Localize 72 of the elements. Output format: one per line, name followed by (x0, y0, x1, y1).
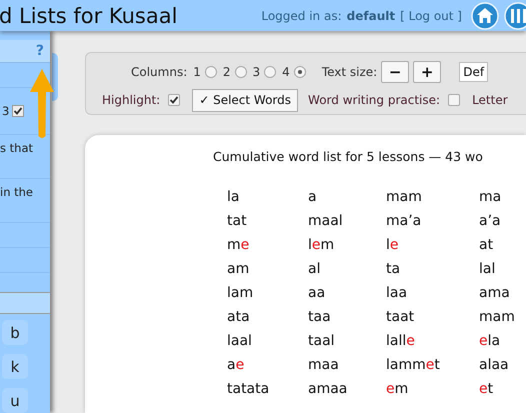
word: laal (227, 333, 253, 349)
word: a (308, 189, 318, 205)
word: ela (479, 333, 502, 349)
radio-button[interactable] (264, 66, 276, 78)
sidebar-text: in the (0, 185, 34, 199)
letter-button[interactable]: k (2, 354, 28, 379)
checkbox[interactable] (12, 105, 24, 117)
word: aa (308, 285, 326, 301)
columns-label: Columns: (131, 65, 188, 79)
text-size-label: Text size: (322, 65, 378, 79)
sidebar-tab[interactable] (52, 53, 58, 101)
word: amaa (308, 381, 348, 397)
word: ma’a (386, 213, 422, 229)
column-number: 3 (252, 65, 260, 79)
column-number: 4 (282, 65, 290, 79)
highlight-label: Highlight: (102, 93, 160, 107)
option-label: 3 (2, 104, 10, 118)
page-title: d Lists for Kusaal (0, 4, 178, 28)
word: tat (227, 213, 248, 229)
word: lam (227, 285, 254, 301)
text-size-button[interactable]: − (381, 61, 410, 83)
checkbox[interactable] (168, 94, 180, 106)
word: taa (308, 309, 332, 325)
word: taal (308, 333, 336, 349)
word: ama (479, 285, 511, 301)
letter-button[interactable]: u (2, 388, 28, 413)
radio-button[interactable] (294, 66, 306, 78)
radio-button[interactable] (204, 66, 217, 78)
word: et (479, 381, 494, 397)
word: ma (479, 189, 502, 205)
home-icon[interactable] (471, 2, 499, 30)
letter-button[interactable]: b (2, 320, 28, 345)
practise-label: Word writing practise: (308, 93, 440, 107)
word: la (227, 189, 240, 205)
word: ta (386, 261, 402, 277)
word: lammet (386, 357, 441, 373)
word: lalle (386, 333, 416, 349)
word-list-title: Cumulative word list for 5 lessons — 43 wo (213, 149, 484, 164)
arrow-annotation (29, 68, 55, 140)
word: lem (308, 237, 336, 253)
text-size-button[interactable]: + (413, 61, 442, 83)
letter-label: Letter (472, 93, 508, 107)
word: alaa (479, 357, 510, 373)
logout-link[interactable]: [ Log out ] (400, 8, 462, 22)
word: em (386, 381, 410, 397)
library-icon[interactable] (504, 2, 526, 30)
word: at (479, 237, 494, 253)
user-name: default (346, 8, 396, 22)
sidebar-text: s that (0, 141, 34, 155)
word: mam (386, 189, 423, 205)
word: a’a (479, 213, 502, 229)
checkbox[interactable] (448, 94, 460, 106)
radio-button[interactable] (234, 66, 247, 78)
word: ae (227, 357, 246, 373)
font-select[interactable]: Def (459, 62, 488, 82)
word: maa (308, 357, 340, 373)
word: am (227, 261, 250, 277)
word: taat (386, 309, 416, 325)
word: al (308, 261, 322, 277)
word: maal (308, 213, 344, 229)
select-words-button[interactable]: ✓ Select Words (192, 88, 298, 112)
sidebar-band (0, 292, 50, 314)
word: ata (227, 309, 251, 325)
column-number: 1 (193, 65, 201, 79)
word: tatata (227, 381, 270, 397)
word: le (386, 237, 400, 253)
column-number: 2 (222, 65, 231, 79)
word: laa (386, 285, 408, 301)
login-label: Logged in as: (261, 8, 342, 22)
word: me (227, 237, 250, 253)
word: lal (479, 261, 496, 277)
word: mam (479, 309, 516, 325)
